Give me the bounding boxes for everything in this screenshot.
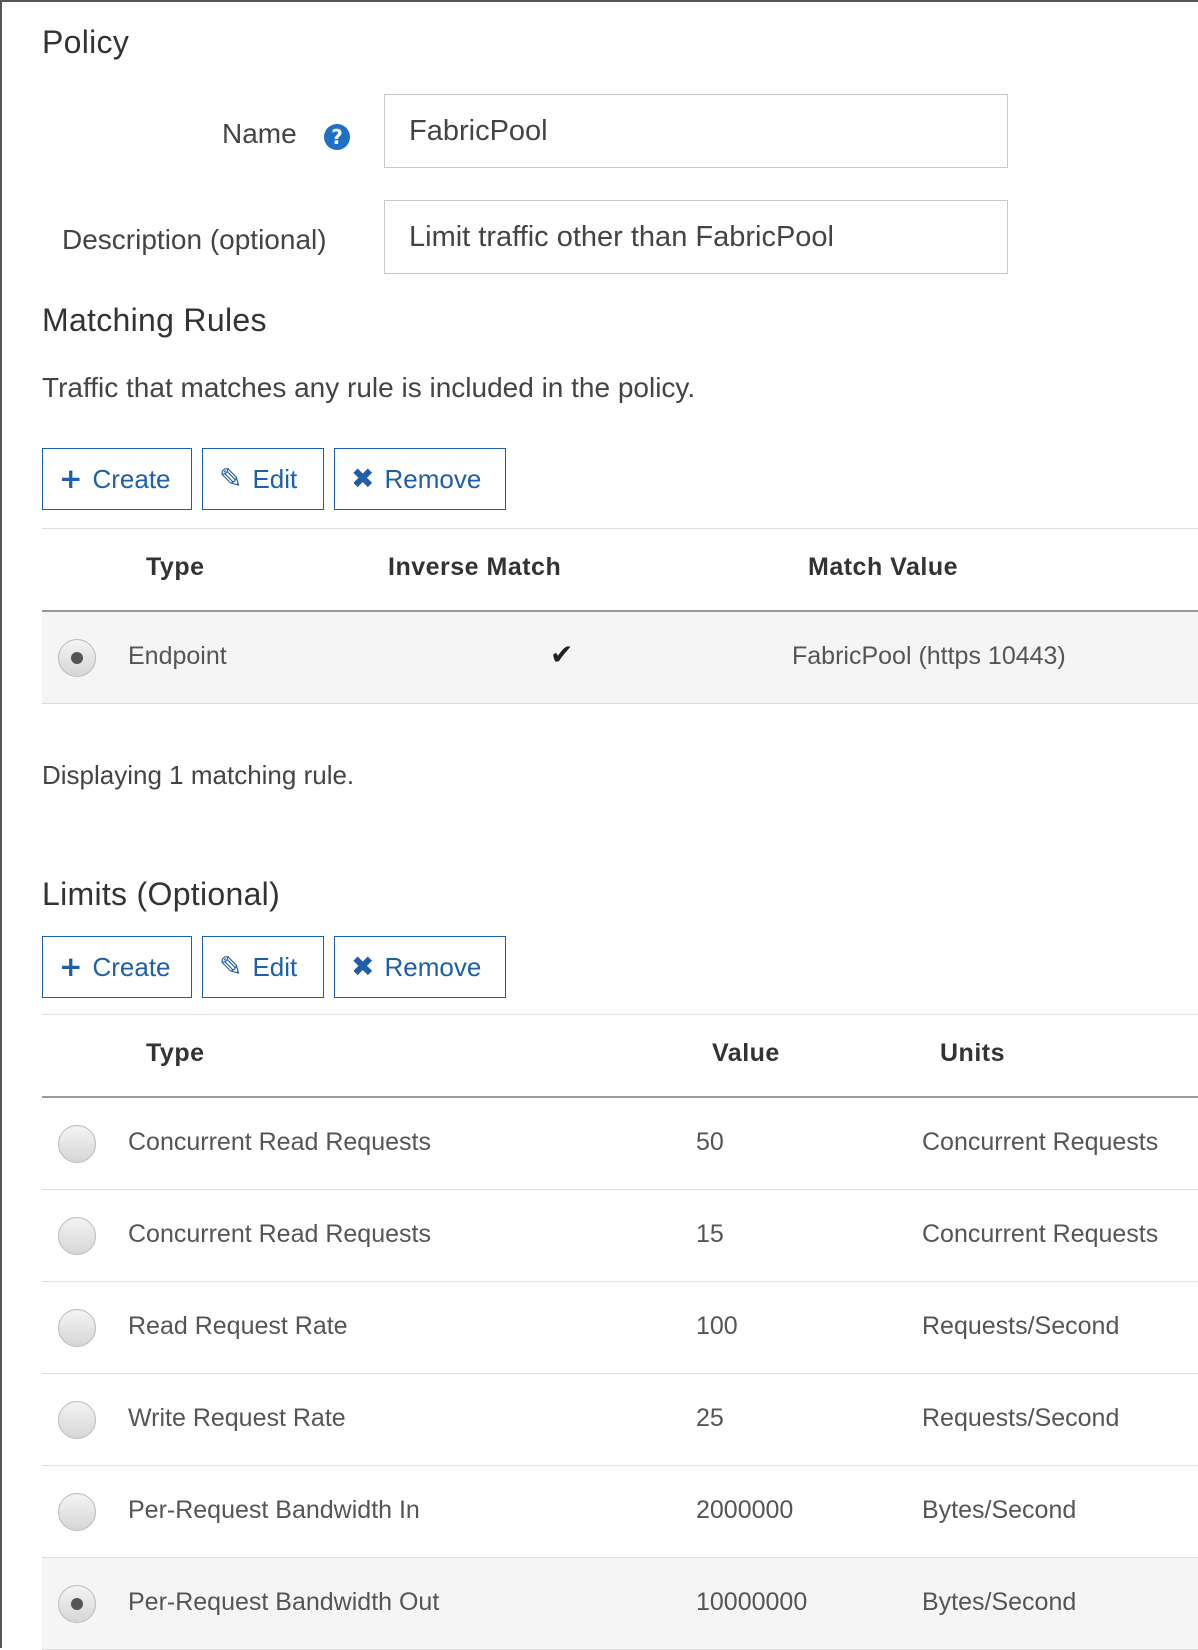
limit-type: Read Request Rate — [128, 1312, 348, 1340]
column-type: Type — [146, 553, 205, 581]
row-radio[interactable] — [58, 1493, 96, 1531]
edit-limit-label: Edit — [252, 951, 298, 982]
limit-type: Per-Request Bandwidth Out — [128, 1588, 440, 1616]
limits-toolbar: + Create ✎ Edit ✖ Remove — [42, 936, 506, 998]
table-row[interactable]: Read Request Rate 100 Requests/Second — [42, 1282, 1198, 1374]
limit-units: Concurrent Requests — [922, 1128, 1159, 1156]
row-radio[interactable] — [58, 1217, 96, 1255]
limit-units: Requests/Second — [922, 1404, 1120, 1432]
column-value: Value — [712, 1039, 780, 1067]
edit-limit-button[interactable]: ✎ Edit — [202, 936, 324, 998]
table-row[interactable]: Concurrent Read Requests 50 Concurrent R… — [42, 1098, 1198, 1190]
limit-value: 50 — [696, 1128, 724, 1156]
rule-type: Endpoint — [128, 642, 227, 670]
limit-type: Concurrent Read Requests — [128, 1220, 431, 1248]
table-row[interactable]: Concurrent Read Requests 15 Concurrent R… — [42, 1190, 1198, 1282]
limits-table-header: Type Value Units — [42, 1014, 1198, 1098]
limit-type: Write Request Rate — [128, 1404, 346, 1432]
remove-limit-button[interactable]: ✖ Remove — [334, 936, 506, 998]
limit-units: Requests/Second — [922, 1312, 1120, 1340]
table-row[interactable]: Endpoint ✔ FabricPool (https 10443) — [42, 612, 1198, 704]
limit-value: 2000000 — [696, 1496, 794, 1524]
policy-form-panel: Policy Name ? Description (optional) Mat… — [0, 0, 1198, 1650]
description-label: Description (optional) — [62, 224, 327, 255]
checkmark-icon: ✔ — [550, 638, 574, 671]
name-label: Name — [222, 118, 297, 149]
times-icon: ✖ — [351, 462, 375, 495]
column-type: Type — [146, 1039, 205, 1067]
plus-icon: + — [59, 462, 83, 495]
row-radio[interactable] — [58, 1401, 96, 1439]
matching-rules-table-header: Type Inverse Match Match Value — [42, 528, 1198, 612]
limits-heading: Limits (Optional) — [42, 876, 281, 912]
pencil-icon: ✎ — [219, 462, 243, 495]
create-rule-button[interactable]: + Create — [42, 448, 192, 510]
create-limit-button[interactable]: + Create — [42, 936, 192, 998]
question-circle-icon[interactable]: ? — [324, 124, 350, 150]
column-inverse-match: Inverse Match — [388, 553, 562, 581]
times-icon: ✖ — [351, 950, 375, 983]
description-input[interactable] — [384, 200, 1008, 274]
row-radio[interactable] — [58, 1125, 96, 1163]
create-rule-label: Create — [92, 463, 171, 494]
plus-icon: + — [59, 950, 83, 983]
matching-rules-count: Displaying 1 matching rule. — [42, 760, 355, 790]
edit-rule-button[interactable]: ✎ Edit — [202, 448, 324, 510]
limit-value: 15 — [696, 1220, 724, 1248]
matching-rules-toolbar: + Create ✎ Edit ✖ Remove — [42, 448, 506, 510]
rule-match-value: FabricPool (https 10443) — [792, 642, 1066, 670]
policy-heading: Policy — [42, 24, 130, 60]
edit-rule-label: Edit — [252, 463, 298, 494]
remove-limit-label: Remove — [384, 951, 482, 982]
column-units: Units — [940, 1039, 1005, 1067]
row-radio[interactable] — [58, 1585, 96, 1623]
matching-rules-description: Traffic that matches any rule is include… — [42, 372, 696, 403]
limits-table: Type Value Units Concurrent Read Request… — [42, 1014, 1198, 1650]
matching-rules-heading: Matching Rules — [42, 302, 267, 338]
limit-units: Bytes/Second — [922, 1588, 1077, 1616]
create-limit-label: Create — [92, 951, 171, 982]
table-row[interactable]: Per-Request Bandwidth Out 10000000 Bytes… — [42, 1558, 1198, 1650]
limit-value: 25 — [696, 1404, 724, 1432]
table-row[interactable]: Write Request Rate 25 Requests/Second — [42, 1374, 1198, 1466]
remove-rule-label: Remove — [384, 463, 482, 494]
limit-type: Concurrent Read Requests — [128, 1128, 431, 1156]
limit-units: Bytes/Second — [922, 1496, 1077, 1524]
limit-units: Concurrent Requests — [922, 1220, 1159, 1248]
limit-value: 10000000 — [696, 1588, 808, 1616]
limit-value: 100 — [696, 1312, 738, 1340]
remove-rule-button[interactable]: ✖ Remove — [334, 448, 506, 510]
pencil-icon: ✎ — [219, 950, 243, 983]
row-radio[interactable] — [58, 1309, 96, 1347]
limit-type: Per-Request Bandwidth In — [128, 1496, 420, 1524]
name-input[interactable] — [384, 94, 1008, 168]
table-row[interactable]: Per-Request Bandwidth In 2000000 Bytes/S… — [42, 1466, 1198, 1558]
row-radio[interactable] — [58, 639, 96, 677]
column-match-value: Match Value — [808, 553, 958, 581]
matching-rules-table: Type Inverse Match Match Value Endpoint … — [42, 528, 1198, 704]
